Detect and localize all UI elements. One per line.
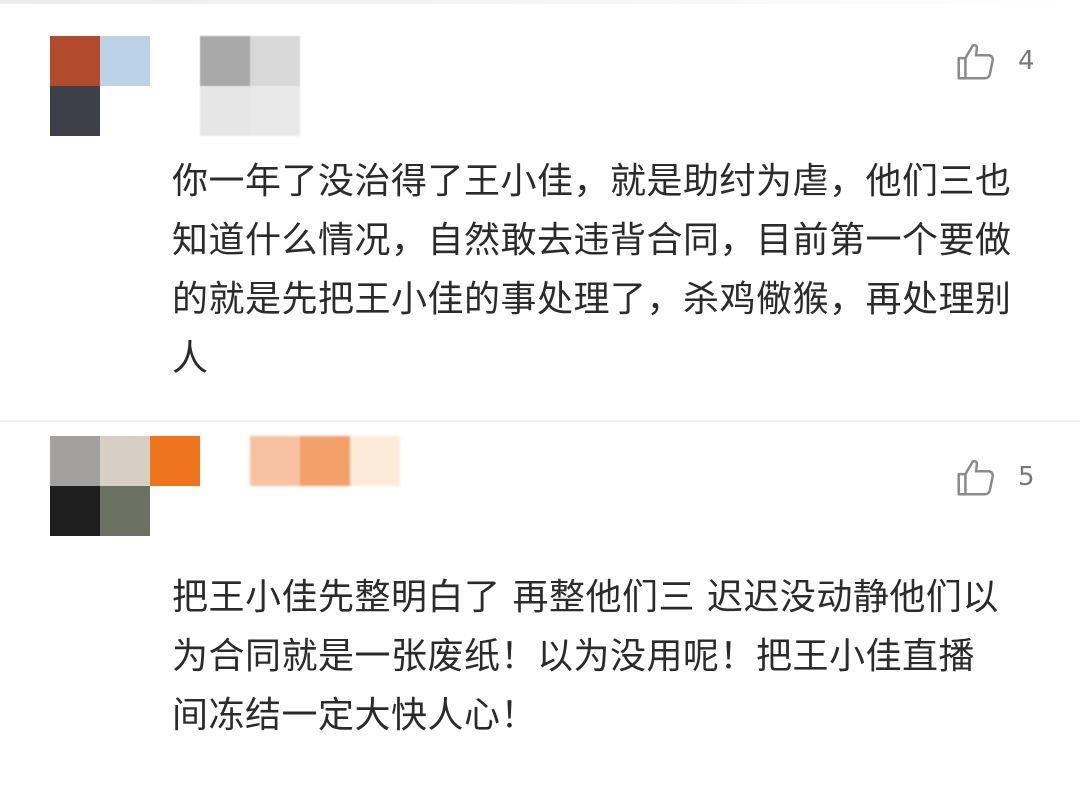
like-count: 5 [1018, 462, 1035, 492]
username-mosaic[interactable] [250, 436, 400, 486]
comment-line: 为合同就是一张废纸！以为没用呢！把王小佳直播 [172, 636, 976, 677]
like-button[interactable]: 4 [952, 38, 1035, 84]
avatar-pixel [50, 86, 100, 136]
comment-line: 间冻结一定大快人心！ [172, 695, 538, 736]
username-pixel [200, 86, 250, 136]
comment-item: 4 你一年了没治得了王小佳，就是助纣为虐，他们三也 知道什么情况，自然敢去违背合… [0, 0, 1080, 420]
like-button[interactable]: 5 [952, 454, 1035, 500]
avatar-pixel [100, 436, 150, 486]
avatar-pixel [150, 486, 200, 536]
avatar-pixel [50, 436, 100, 486]
comment-line: 知道什么情况，自然敢去违背合同，目前第一个要做 [172, 220, 1012, 261]
avatar-pixel [100, 36, 150, 86]
avatar-pixel [50, 36, 100, 86]
like-count: 4 [1018, 46, 1035, 76]
username-pixel [200, 36, 250, 86]
username-pixel [300, 436, 350, 486]
thumbs-up-icon [957, 43, 994, 80]
thumbs-up-icon [957, 459, 994, 496]
comment-line: 的就是先把王小佳的事处理了，杀鸡儆猴，再处理别 [172, 279, 1012, 320]
avatar[interactable] [50, 36, 150, 136]
avatar-pixel [150, 436, 200, 486]
username-pixel [250, 436, 300, 486]
comment-text: 你一年了没治得了王小佳，就是助纣为虐，他们三也 知道什么情况，自然敢去违背合同，… [172, 152, 1042, 388]
comment-line: 把王小佳先整明白了 再整他们三 迟迟没动静他们以 [172, 577, 999, 618]
comment-text: 把王小佳先整明白了 再整他们三 迟迟没动静他们以 为合同就是一张废纸！以为没用呢… [172, 568, 1042, 745]
avatar[interactable] [50, 436, 200, 536]
username-mosaic[interactable] [200, 36, 300, 136]
avatar-pixel [100, 86, 150, 136]
username-pixel [250, 86, 300, 136]
avatar-pixel [100, 486, 150, 536]
comment-line: 人 [172, 338, 209, 379]
avatar-pixel [50, 486, 100, 536]
username-pixel [350, 436, 400, 486]
username-pixel [250, 36, 300, 86]
comment-line: 你一年了没治得了王小佳，就是助纣为虐，他们三也 [172, 161, 1012, 202]
